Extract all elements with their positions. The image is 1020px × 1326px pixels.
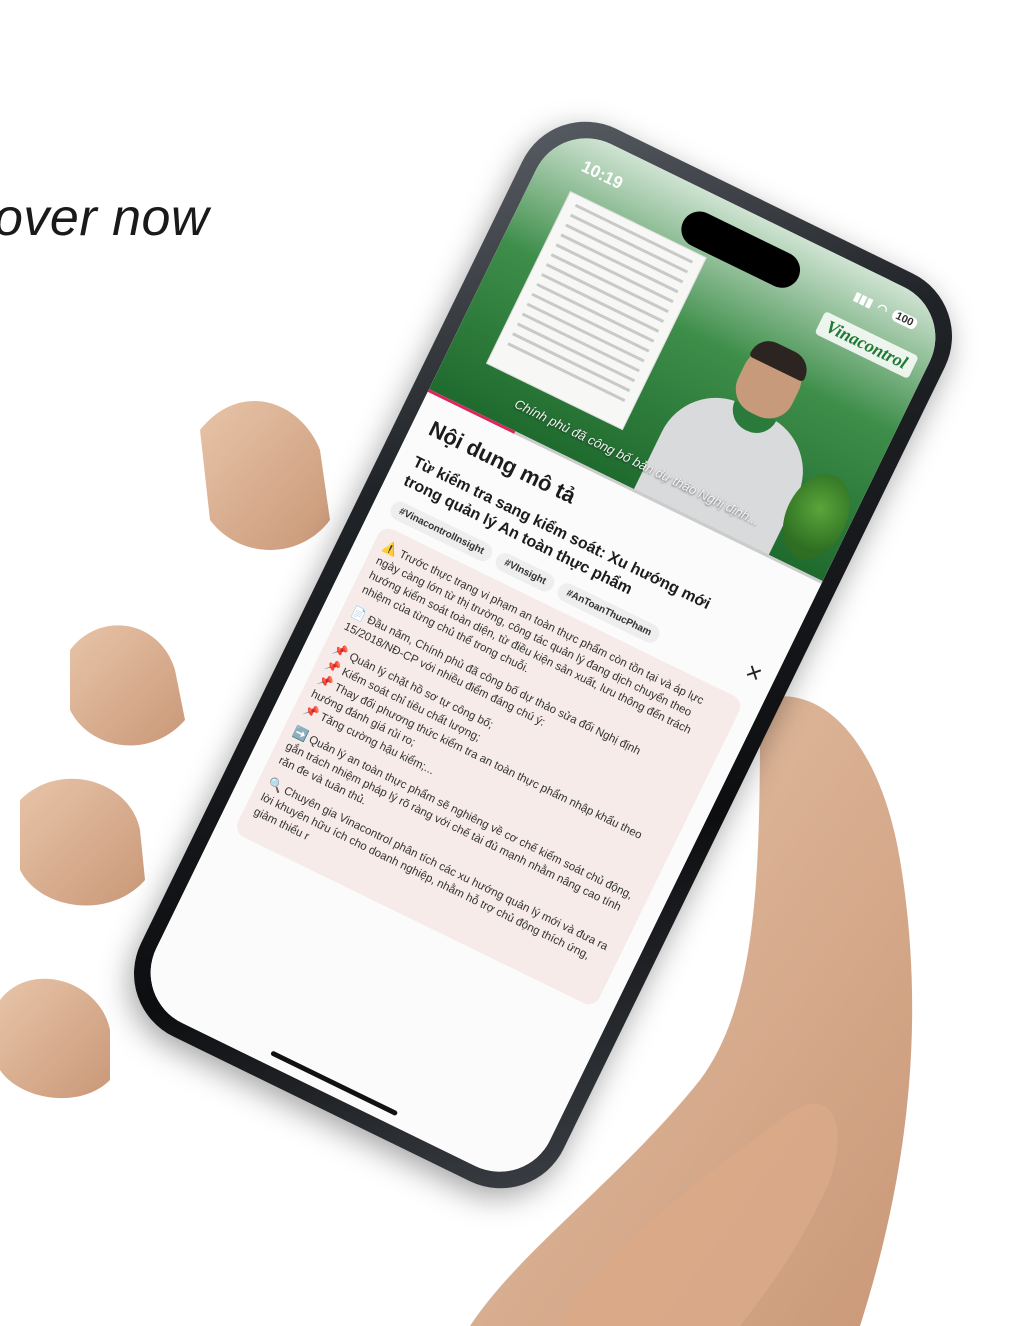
warning-icon: ⚠️	[380, 538, 401, 559]
battery-icon: 100	[889, 308, 919, 331]
close-icon[interactable]: ×	[741, 656, 768, 690]
signal-icon: ▮▮▮	[851, 288, 876, 311]
magnifier-icon: 🔍	[265, 775, 286, 795]
status-time: 10:19	[578, 156, 626, 193]
arrow-right-icon: ➡️	[290, 724, 311, 744]
status-icons: ▮▮▮ ◠ 100	[852, 289, 920, 332]
document-icon: 📄	[348, 604, 369, 624]
wifi-icon: ◠	[874, 300, 891, 318]
